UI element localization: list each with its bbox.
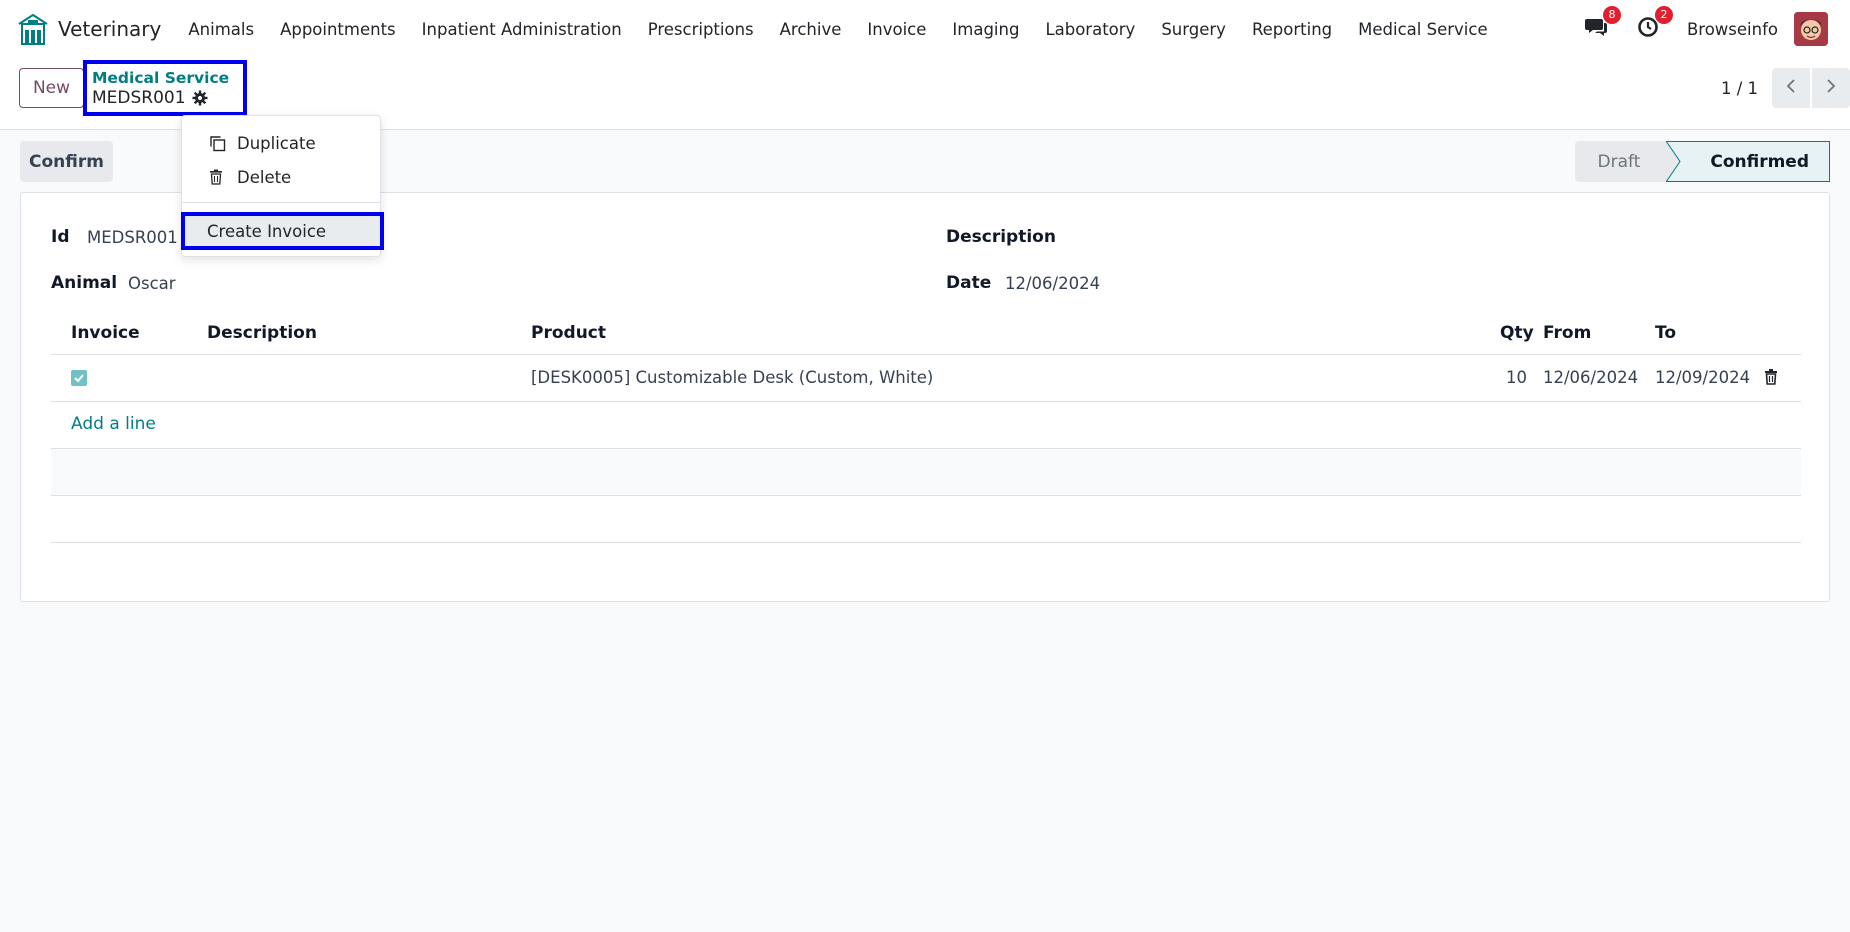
menu-item-surgery[interactable]: Surgery bbox=[1148, 20, 1239, 39]
service-lines-table: Invoice Description Product Qty From To … bbox=[51, 311, 1801, 543]
menu-item-inpatient-administration[interactable]: Inpatient Administration bbox=[409, 20, 635, 39]
breadcrumb: Medical Service MEDSR001 bbox=[83, 60, 247, 116]
pager-value[interactable]: 1 / 1 bbox=[1721, 79, 1758, 98]
menu-item-reporting[interactable]: Reporting bbox=[1239, 20, 1345, 39]
column-header-to[interactable]: To bbox=[1655, 323, 1676, 343]
pager: 1 / 1 bbox=[1721, 68, 1850, 108]
main-menu: Animals Appointments Inpatient Administr… bbox=[175, 20, 1500, 39]
veterinary-clinic-icon bbox=[16, 11, 50, 47]
invoice-checkbox[interactable] bbox=[71, 370, 87, 386]
column-header-product[interactable]: Product bbox=[531, 323, 606, 343]
stage-draft[interactable]: Draft bbox=[1575, 141, 1667, 182]
column-header-qty[interactable]: Qty bbox=[1500, 323, 1534, 343]
column-header-description[interactable]: Description bbox=[207, 323, 317, 343]
menu-item-animals[interactable]: Animals bbox=[175, 20, 267, 39]
product-cell[interactable]: [DESK0005] Customizable Desk (Custom, Wh… bbox=[531, 368, 933, 387]
menu-item-imaging[interactable]: Imaging bbox=[939, 20, 1032, 39]
record-name: MEDSR001 bbox=[92, 88, 186, 108]
trash-icon[interactable] bbox=[1764, 369, 1778, 389]
animal-label: Animal bbox=[51, 273, 118, 293]
table-header: Invoice Description Product Qty From To bbox=[51, 311, 1801, 355]
new-button[interactable]: New bbox=[19, 68, 84, 108]
menu-item-appointments[interactable]: Appointments bbox=[267, 20, 409, 39]
trash-icon bbox=[209, 169, 227, 185]
add-a-line-link[interactable]: Add a line bbox=[71, 414, 156, 434]
status-bar: Draft Confirmed bbox=[1575, 141, 1830, 182]
company-switcher[interactable]: Browseinfo bbox=[1687, 20, 1778, 39]
column-header-from[interactable]: From bbox=[1543, 323, 1591, 343]
from-date-cell[interactable]: 12/06/2024 bbox=[1543, 368, 1638, 387]
menu-item-prescriptions[interactable]: Prescriptions bbox=[635, 20, 767, 39]
app-brand[interactable]: Veterinary bbox=[16, 11, 161, 47]
menu-divider bbox=[182, 202, 380, 203]
pager-previous-button[interactable] bbox=[1772, 68, 1810, 108]
top-navbar: Veterinary Animals Appointments Inpatien… bbox=[0, 0, 1850, 58]
systray: 8 2 Browseinfo bbox=[1583, 0, 1850, 58]
empty-row bbox=[51, 496, 1801, 543]
breadcrumb-current: MEDSR001 bbox=[92, 87, 243, 109]
chevron-right-icon bbox=[1825, 78, 1837, 98]
qty-cell[interactable]: 10 bbox=[1506, 368, 1527, 387]
user-avatar[interactable] bbox=[1794, 12, 1828, 46]
messages-button[interactable]: 8 bbox=[1583, 6, 1621, 42]
gear-icon[interactable] bbox=[192, 90, 208, 106]
stage-arrow-separator bbox=[1666, 141, 1683, 182]
menu-item-archive[interactable]: Archive bbox=[767, 20, 855, 39]
copy-icon bbox=[209, 135, 227, 152]
create-invoice-menu-item[interactable]: Create Invoice bbox=[181, 212, 384, 250]
animal-field[interactable]: Oscar bbox=[128, 274, 176, 293]
table-row[interactable]: [DESK0005] Customizable Desk (Custom, Wh… bbox=[51, 355, 1801, 402]
activities-count-badge: 2 bbox=[1654, 6, 1673, 24]
breadcrumb-parent-link[interactable]: Medical Service bbox=[92, 69, 243, 87]
date-field[interactable]: 12/06/2024 bbox=[1005, 274, 1100, 293]
id-value[interactable]: MEDSR001 bbox=[87, 228, 178, 247]
messages-count-badge: 8 bbox=[1602, 6, 1621, 24]
chevron-left-icon bbox=[1785, 78, 1797, 98]
column-header-invoice[interactable]: Invoice bbox=[71, 323, 140, 343]
menu-item-medical-service[interactable]: Medical Service bbox=[1345, 20, 1500, 39]
duplicate-menu-item[interactable]: Duplicate bbox=[182, 127, 380, 159]
add-line-row: Add a line bbox=[51, 402, 1801, 449]
menu-item-invoice[interactable]: Invoice bbox=[854, 20, 939, 39]
confirm-button[interactable]: Confirm bbox=[20, 141, 113, 182]
app-name: Veterinary bbox=[58, 17, 162, 41]
duplicate-label: Duplicate bbox=[237, 133, 316, 153]
delete-menu-item[interactable]: Delete bbox=[182, 161, 380, 193]
to-date-cell[interactable]: 12/09/2024 bbox=[1655, 368, 1750, 387]
id-label: Id bbox=[51, 227, 70, 247]
activities-button[interactable]: 2 bbox=[1635, 6, 1673, 42]
empty-row bbox=[51, 449, 1801, 496]
menu-item-laboratory[interactable]: Laboratory bbox=[1032, 20, 1148, 39]
stage-confirmed[interactable]: Confirmed bbox=[1682, 141, 1830, 182]
description-label: Description bbox=[946, 227, 1056, 247]
delete-label: Delete bbox=[237, 167, 292, 187]
pager-next-button[interactable] bbox=[1812, 68, 1850, 108]
date-label: Date bbox=[946, 273, 992, 293]
